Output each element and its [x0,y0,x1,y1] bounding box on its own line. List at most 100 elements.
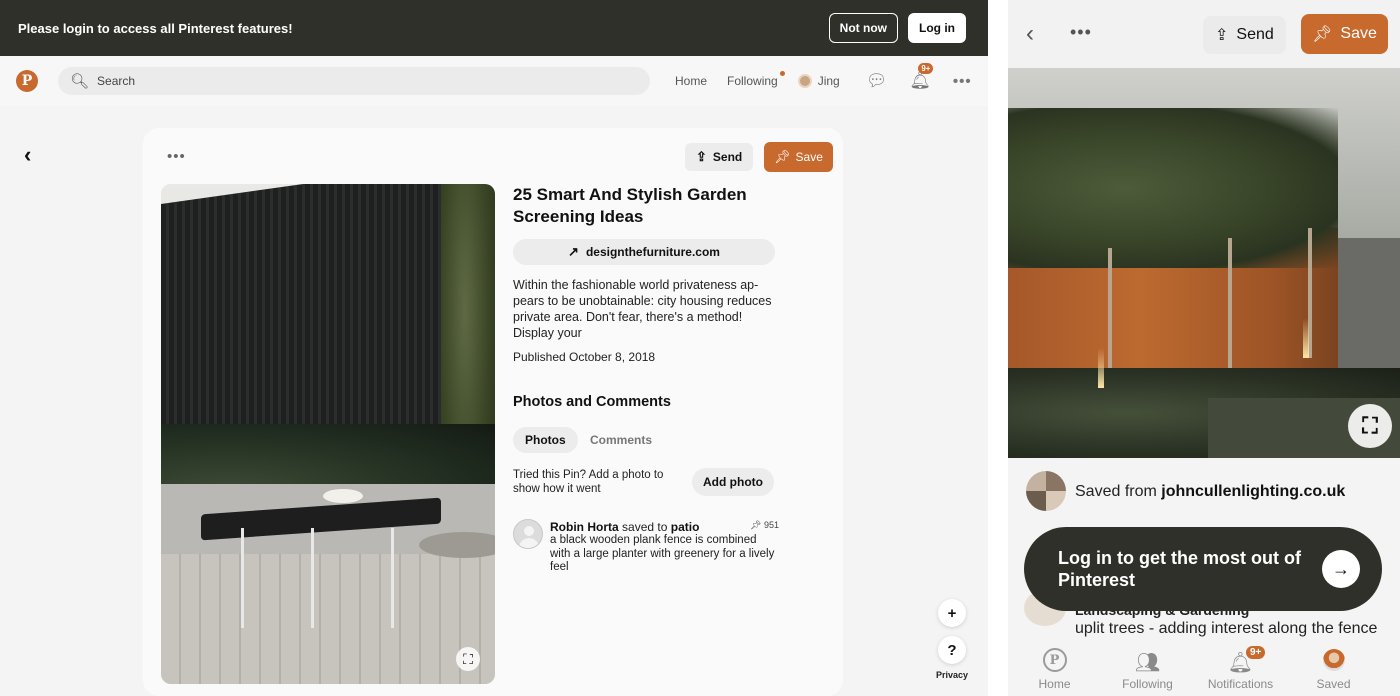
search-icon: 🔍︎ [70,73,90,90]
tab-notifications[interactable]: 🔔︎ 9+ Notifications [1194,640,1287,696]
pinterest-logo-icon[interactable]: P [16,70,38,92]
send-button[interactable]: ⇪ Send [1203,16,1286,54]
pin-image-trunk [1228,238,1232,378]
tab-following[interactable]: 👥︎ Following [1101,640,1194,696]
pin-icon: 📌︎ [1312,26,1333,43]
privacy-link[interactable]: Privacy [936,670,968,680]
panel-divider [988,0,1008,696]
pin-closeup-card: ••• ⇪ Send 📌︎ Save ⛶ 25 Smart And Stylis… [143,128,843,696]
tab-home[interactable]: P Home [1008,640,1101,696]
desktop-pin-page: Please login to access all Pinterest fea… [0,0,988,696]
pin-image[interactable]: ⛶ [161,184,495,684]
pin-description: Within the fashionable world privateness… [513,278,772,340]
tab-following-label: Following [1122,677,1173,691]
pin-icon: 📌︎ [750,520,762,530]
saved-from-prefix: Saved from [1075,483,1157,500]
pin-image-canopy [1008,108,1338,268]
more-options-icon[interactable]: ••• [1070,22,1092,43]
nav-home-link[interactable]: Home [675,74,707,88]
mobile-top-bar: ‹ ••• ⇪ Send 📌︎ Save [1008,0,1400,68]
tab-photos[interactable]: Photos [513,427,578,453]
expand-image-icon[interactable]: ⛶ [456,647,480,671]
send-button-label: Send [712,150,743,164]
comment-pin-count-value: 951 [763,520,779,530]
notifications-bell-icon[interactable]: 🔔︎ 9+ [909,63,934,91]
save-button-label: Save [1340,25,1377,42]
back-arrow-icon[interactable]: ‹ [1026,20,1034,48]
mobile-tab-bar: P Home 👥︎ Following 🔔︎ 9+ Notifications … [1008,640,1400,696]
avatar-body [519,538,539,548]
avatar-head [524,526,534,536]
login-banner: Please login to access all Pinterest fea… [0,0,988,56]
published-date: Published October 8, 2018 [513,350,656,364]
mobile-pin-page: ‹ ••• ⇪ Send 📌︎ Save ⛶ Saved from johncu… [1008,0,1400,696]
avatar [1322,649,1345,671]
comment-text: a black wooden plank fence is combined w… [550,534,775,573]
create-plus-button[interactable]: + [938,599,966,627]
board-description: uplit trees - adding interest along the … [1075,620,1378,637]
avatar [797,74,812,89]
notification-count-badge: 9+ [1246,646,1266,659]
source-link-label: designthefurniture.com [585,245,720,259]
comment-board-link[interactable]: patio [671,520,700,534]
nav-profile-link[interactable]: Jing [797,73,840,89]
notification-count-badge: 9+ [918,63,934,74]
pin-image[interactable] [1008,68,1400,458]
comment-saved-to: saved to [622,520,668,534]
nav-following-link[interactable]: Following [727,70,785,88]
photos-comments-heading: Photos and Comments [513,394,671,410]
pin-title: 25 Smart And Stylish Garden Screening Id… [513,185,747,226]
add-photo-button[interactable]: Add photo [692,468,774,496]
save-button[interactable]: 📌︎ Save [764,142,833,172]
arrow-up-right-icon: ↗ [568,244,579,259]
tab-home-label: Home [1038,677,1071,691]
nav-following-label: Following [727,73,778,88]
tab-comments[interactable]: Comments [590,427,652,453]
avatar[interactable] [513,519,543,549]
pin-image-hat [323,489,363,503]
saved-from-site-link[interactable]: johncullenlighting.co.uk [1161,483,1345,500]
nav-links: Home Following Jing [675,70,860,89]
expand-image-icon[interactable]: ⛶ [1348,404,1392,448]
more-options-icon[interactable]: ••• [953,73,972,90]
pin-image-bench-leg [391,528,394,628]
pin-image-light [1098,348,1104,388]
pin-image-deck [161,554,495,684]
following-dot-badge [779,70,785,76]
save-button[interactable]: 📌︎ Save [1301,14,1388,54]
tried-pin-prompt: Tried this Pin? Add a photo to show how … [513,469,664,495]
back-arrow-icon[interactable]: ‹ [24,142,31,168]
messages-icon[interactable]: 💬︎ [866,71,888,91]
pin-image-light [1303,318,1309,358]
share-icon: ⇪ [696,149,707,164]
pinterest-home-icon: P [1042,648,1067,672]
tab-notifications-label: Notifications [1207,677,1274,691]
top-navigation: P 🔍︎ Search Home Following Jing 💬︎ 🔔︎ 9+ … [0,56,988,106]
pin-icon: 📌︎ [774,149,791,164]
nav-username: Jing [817,73,840,88]
source-avatar[interactable] [1026,471,1066,511]
login-banner-message: Please login to access all Pinterest fea… [18,20,293,36]
pin-more-options-icon[interactable]: ••• [167,148,186,165]
pin-image-bench-leg [311,528,314,628]
login-prompt-banner[interactable]: Log in to get the most out of Pinterest … [1024,527,1382,611]
login-prompt-text: Log in to get the most out of Pinterest [1058,548,1301,590]
not-now-button[interactable]: Not now [828,13,898,43]
saved-from-text: Saved from johncullenlighting.co.uk [1075,483,1345,501]
share-icon: ⇪ [1215,27,1229,44]
comment-author-link[interactable]: Robin Horta [550,520,619,534]
tab-saved[interactable]: Saved [1287,640,1380,696]
comment-header: Robin Horta saved to patio [550,520,750,534]
comment-pin-count: 📌︎ 951 [750,520,779,531]
login-button[interactable]: Log in [908,13,966,43]
send-button[interactable]: ⇪ Send [685,143,754,171]
save-button-label: Save [795,150,823,164]
people-icon: 👥︎ [1134,651,1161,674]
search-input[interactable]: 🔍︎ Search [58,67,650,95]
arrow-right-icon[interactable]: → [1322,550,1360,588]
help-button[interactable]: ? [938,636,966,664]
pin-image-bench-leg [241,528,244,628]
search-placeholder: Search [97,74,136,88]
source-link-button[interactable]: ↗ designthefurniture.com [513,239,775,265]
tab-saved-label: Saved [1316,677,1351,691]
